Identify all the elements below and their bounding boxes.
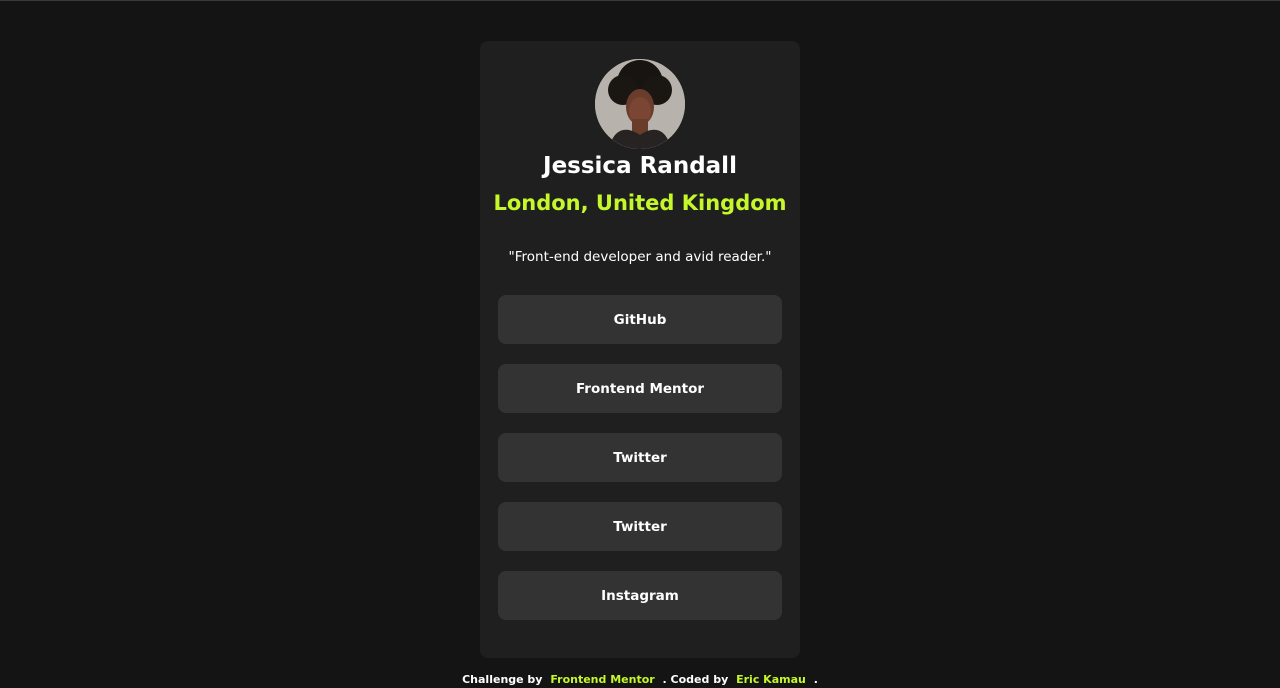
coded-by-text: . Coded by: [662, 673, 729, 686]
frontend-mentor-link-button[interactable]: Frontend Mentor: [498, 364, 782, 413]
attribution-footer: Challenge by Frontend Mentor . Coded by …: [0, 672, 1280, 688]
footer-period: .: [813, 673, 818, 686]
twitter-link-button-2[interactable]: Twitter: [498, 502, 782, 551]
twitter-link-button[interactable]: Twitter: [498, 433, 782, 482]
profile-bio: "Front-end developer and avid reader.": [508, 249, 772, 265]
social-links: GitHub Frontend Mentor Twitter Twitter I…: [498, 295, 782, 640]
frontend-mentor-footer-link[interactable]: Frontend Mentor: [550, 673, 654, 686]
profile-name: Jessica Randall: [543, 153, 737, 179]
github-link-button[interactable]: GitHub: [498, 295, 782, 344]
instagram-link-button[interactable]: Instagram: [498, 571, 782, 620]
avatar: [595, 59, 685, 149]
profile-location: London, United Kingdom: [493, 191, 787, 215]
profile-photo-icon: [595, 59, 685, 149]
challenge-by-text: Challenge by: [462, 673, 543, 686]
profile-card: Jessica Randall London, United Kingdom "…: [480, 41, 800, 658]
author-footer-link[interactable]: Eric Kamau: [736, 673, 806, 686]
top-border: [0, 0, 1280, 1]
